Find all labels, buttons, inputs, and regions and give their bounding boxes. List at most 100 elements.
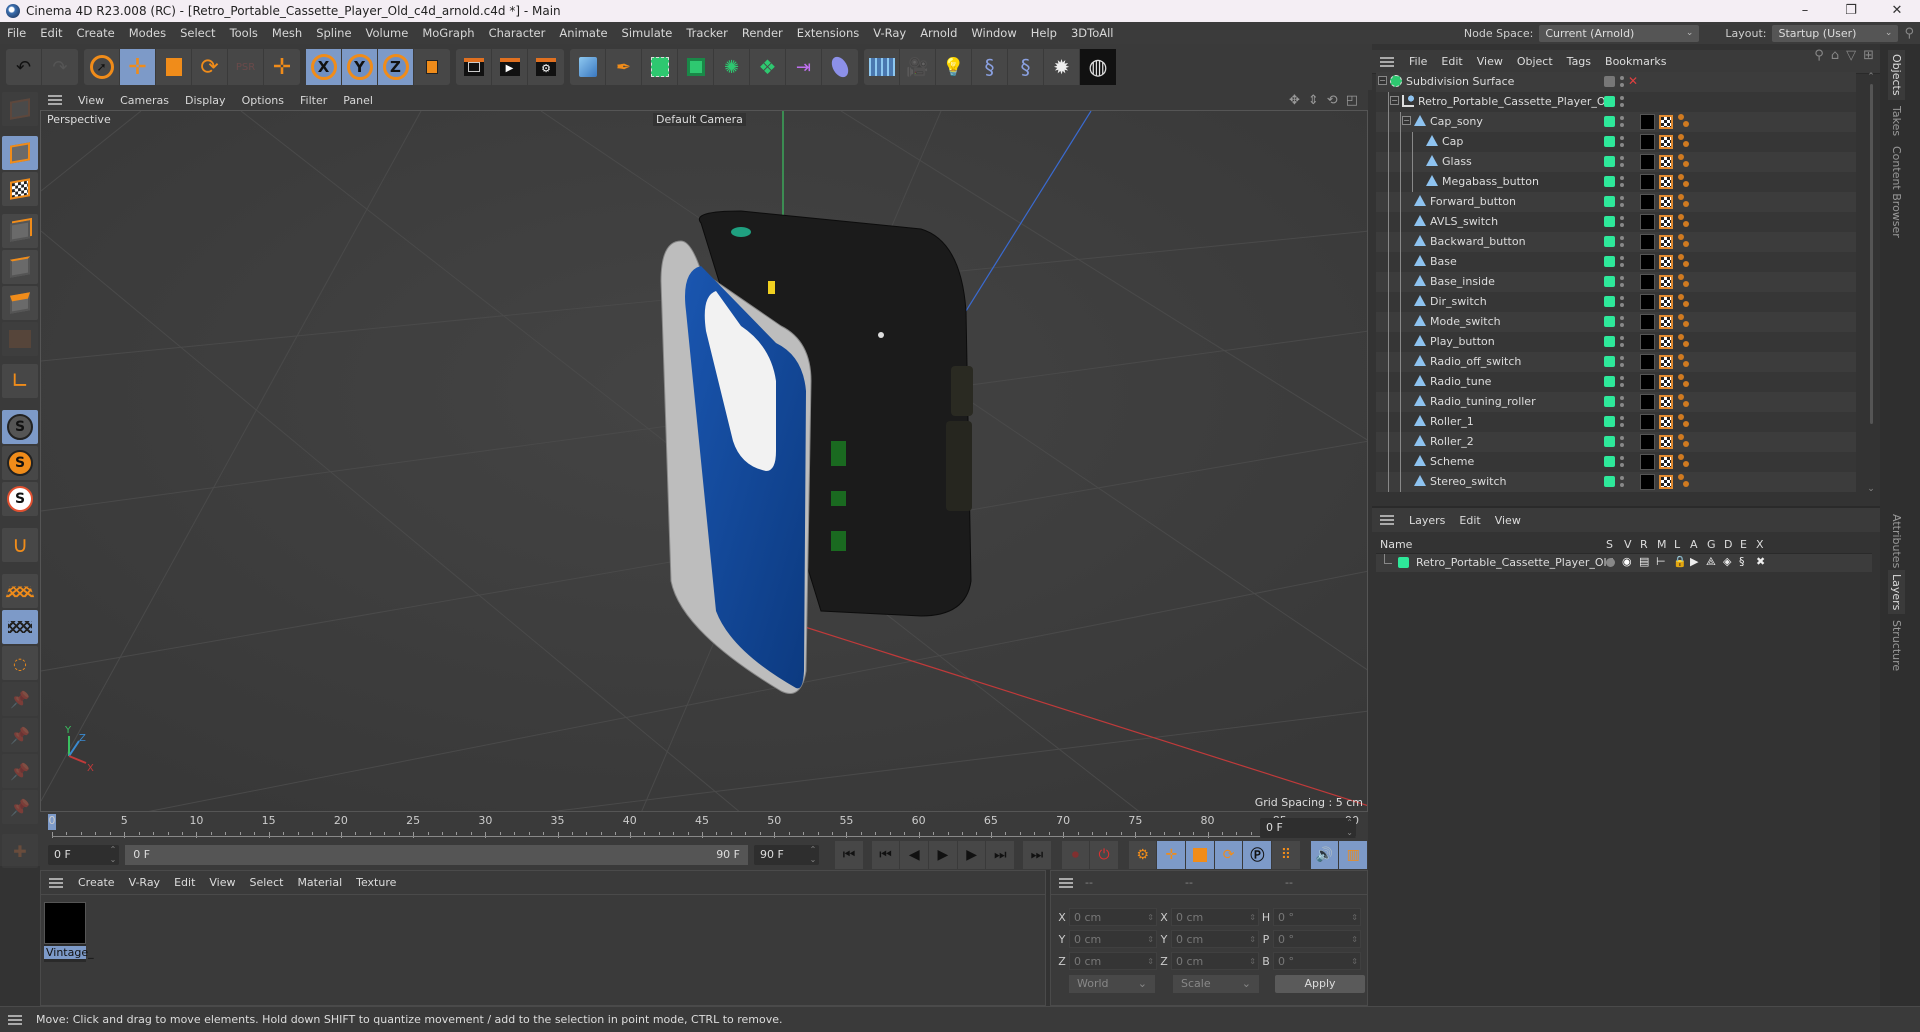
material-tag-icon[interactable] — [1640, 254, 1655, 270]
sound-icon[interactable]: 🔊 — [1310, 841, 1339, 869]
layer-color-swatch[interactable] — [1604, 196, 1615, 207]
next-frame-icon[interactable]: ▶ — [957, 841, 986, 869]
expression-python-icon[interactable]: § — [1739, 555, 1745, 568]
col-manager[interactable]: M — [1657, 538, 1667, 551]
points-mode-icon[interactable] — [2, 214, 38, 248]
field-icon[interactable] — [822, 49, 858, 85]
col-name[interactable]: Name — [1380, 538, 1412, 551]
visibility-dots-icon[interactable] — [1620, 375, 1624, 389]
material-tag-icon[interactable] — [1640, 374, 1655, 390]
texture-mode-icon[interactable] — [2, 172, 38, 206]
layer-menu-edit[interactable]: Edit — [1452, 514, 1487, 527]
texture-tag-icon[interactable] — [1659, 335, 1673, 349]
phong-tag-icon[interactable] — [1678, 194, 1692, 210]
phong-tag-icon[interactable] — [1678, 434, 1692, 450]
minimize-button[interactable]: – — [1782, 0, 1828, 22]
visibility-dots-icon[interactable] — [1620, 175, 1624, 189]
previous-keyframe-icon[interactable]: ⏮ — [871, 841, 900, 869]
phong-tag-icon[interactable] — [1678, 234, 1692, 250]
col-render[interactable]: R — [1640, 538, 1648, 551]
texture-tag-icon[interactable] — [1659, 395, 1673, 409]
visibility-dots-icon[interactable] — [1620, 155, 1624, 169]
tab-content-browser[interactable]: Content Browser — [1888, 142, 1905, 242]
object-row[interactable]: Base_inside — [1376, 272, 1856, 292]
coordinate-system-icon[interactable] — [414, 49, 450, 85]
visibility-dots-icon[interactable] — [1620, 195, 1624, 209]
psr-icon[interactable]: PSR — [228, 49, 264, 85]
workplane-lock-icon[interactable] — [2, 610, 38, 644]
visibility-dots-icon[interactable] — [1620, 435, 1624, 449]
layer-color-swatch[interactable] — [1604, 216, 1615, 227]
col-xrefs[interactable]: X — [1756, 538, 1764, 551]
phong-tag-icon[interactable] — [1678, 454, 1692, 470]
layout-dropdown[interactable]: Startup (User) ⌄ — [1772, 24, 1899, 42]
filter-icon[interactable]: ▽ — [1846, 48, 1856, 63]
render-clapper-icon[interactable]: ▤ — [1639, 555, 1649, 568]
menu-window[interactable]: Window — [964, 22, 1023, 44]
close-button[interactable]: ✕ — [1874, 0, 1920, 22]
animation-play-icon[interactable]: ▶ — [1690, 555, 1698, 568]
hamburger-menu-icon[interactable] — [48, 95, 62, 105]
object-row[interactable]: Play_button — [1376, 332, 1856, 352]
texture-tag-icon[interactable] — [1659, 195, 1673, 209]
visibility-dots-icon[interactable] — [1620, 255, 1624, 269]
key-scale-icon[interactable] — [1186, 841, 1214, 869]
pos-z-field[interactable]: 0 cm ⇕ — [1069, 952, 1157, 970]
object-menu-object[interactable]: Object — [1510, 55, 1560, 68]
phong-tag-icon[interactable] — [1678, 274, 1692, 290]
collapse-toggle-icon[interactable]: − — [1402, 116, 1411, 125]
viewport-menu-panel[interactable]: Panel — [335, 94, 381, 107]
visibility-dots-icon[interactable] — [1620, 95, 1624, 109]
keyframe-selection-icon[interactable]: ⚙ — [1128, 841, 1157, 869]
texture-tag-icon[interactable] — [1659, 455, 1673, 469]
material-tag-icon[interactable] — [1640, 414, 1655, 430]
cube-icon[interactable] — [570, 49, 606, 85]
texture-tag-icon[interactable] — [1659, 255, 1673, 269]
size-mode-dropdown[interactable]: Scale ⌄ — [1173, 975, 1259, 993]
visibility-dots-icon[interactable] — [1620, 415, 1624, 429]
sphere-grid-icon[interactable]: ◍ — [1080, 49, 1116, 85]
pan-view-icon[interactable]: ✥ — [1289, 93, 1300, 108]
tab-structure[interactable]: Structure — [1888, 616, 1905, 675]
object-row[interactable]: Backward_button — [1376, 232, 1856, 252]
cloner-icon[interactable]: ✺ — [714, 49, 750, 85]
camera-icon[interactable]: 🎥 — [900, 49, 936, 85]
tab-layers[interactable]: Layers — [1888, 570, 1905, 615]
layer-color-swatch[interactable] — [1398, 557, 1409, 568]
material-tag-icon[interactable] — [1640, 294, 1655, 310]
pos-x-field[interactable]: 0 cm ⇕ — [1069, 908, 1157, 926]
workplane-align-icon[interactable]: ◌ — [2, 646, 38, 680]
spinner-icon[interactable]: ⌃ ⌄ — [1346, 818, 1353, 838]
workplane-icon[interactable] — [2, 574, 38, 608]
axis-mode-icon[interactable]: ∟ — [2, 364, 38, 398]
phong-tag-icon[interactable] — [1678, 294, 1692, 310]
hamburger-menu-icon[interactable] — [1380, 56, 1394, 67]
edit-toggle-icon[interactable] — [1604, 76, 1615, 87]
home-icon[interactable]: ⌂ — [1831, 48, 1839, 63]
material-menu-texture[interactable]: Texture — [349, 876, 403, 889]
layer-color-swatch[interactable] — [1604, 136, 1615, 147]
texture-tag-icon[interactable] — [1659, 315, 1673, 329]
material-menu-edit[interactable]: Edit — [167, 876, 202, 889]
phong-tag-icon[interactable] — [1678, 354, 1692, 370]
layer-menu-view[interactable]: View — [1488, 514, 1528, 527]
phong-tag-icon[interactable] — [1678, 374, 1692, 390]
collapse-toggle-icon[interactable]: − — [1378, 76, 1387, 85]
material-tag-icon[interactable] — [1640, 174, 1655, 190]
object-menu-view[interactable]: View — [1470, 55, 1510, 68]
layer-color-swatch[interactable] — [1604, 316, 1615, 327]
visibility-dots-icon[interactable] — [1620, 295, 1624, 309]
model-mode-icon[interactable] — [2, 136, 38, 170]
maximize-view-icon[interactable]: ◰ — [1346, 93, 1358, 108]
layer-color-swatch[interactable] — [1604, 276, 1615, 287]
menu-tracker[interactable]: Tracker — [679, 22, 735, 44]
phong-tag-icon[interactable] — [1678, 154, 1692, 170]
visibility-dots-icon[interactable] — [1620, 475, 1624, 489]
object-row[interactable]: Megabass_button — [1376, 172, 1856, 192]
manager-hierarchy-icon[interactable]: ⊢ — [1656, 555, 1666, 568]
record-keys-icon[interactable]: ⏺ — [1061, 841, 1090, 869]
col-visible[interactable]: V — [1624, 538, 1632, 551]
rot-p-field[interactable]: 0 ° ⇕ — [1273, 930, 1361, 948]
material-tag-icon[interactable] — [1640, 474, 1655, 490]
search-icon[interactable]: ⚲ — [1904, 26, 1914, 41]
